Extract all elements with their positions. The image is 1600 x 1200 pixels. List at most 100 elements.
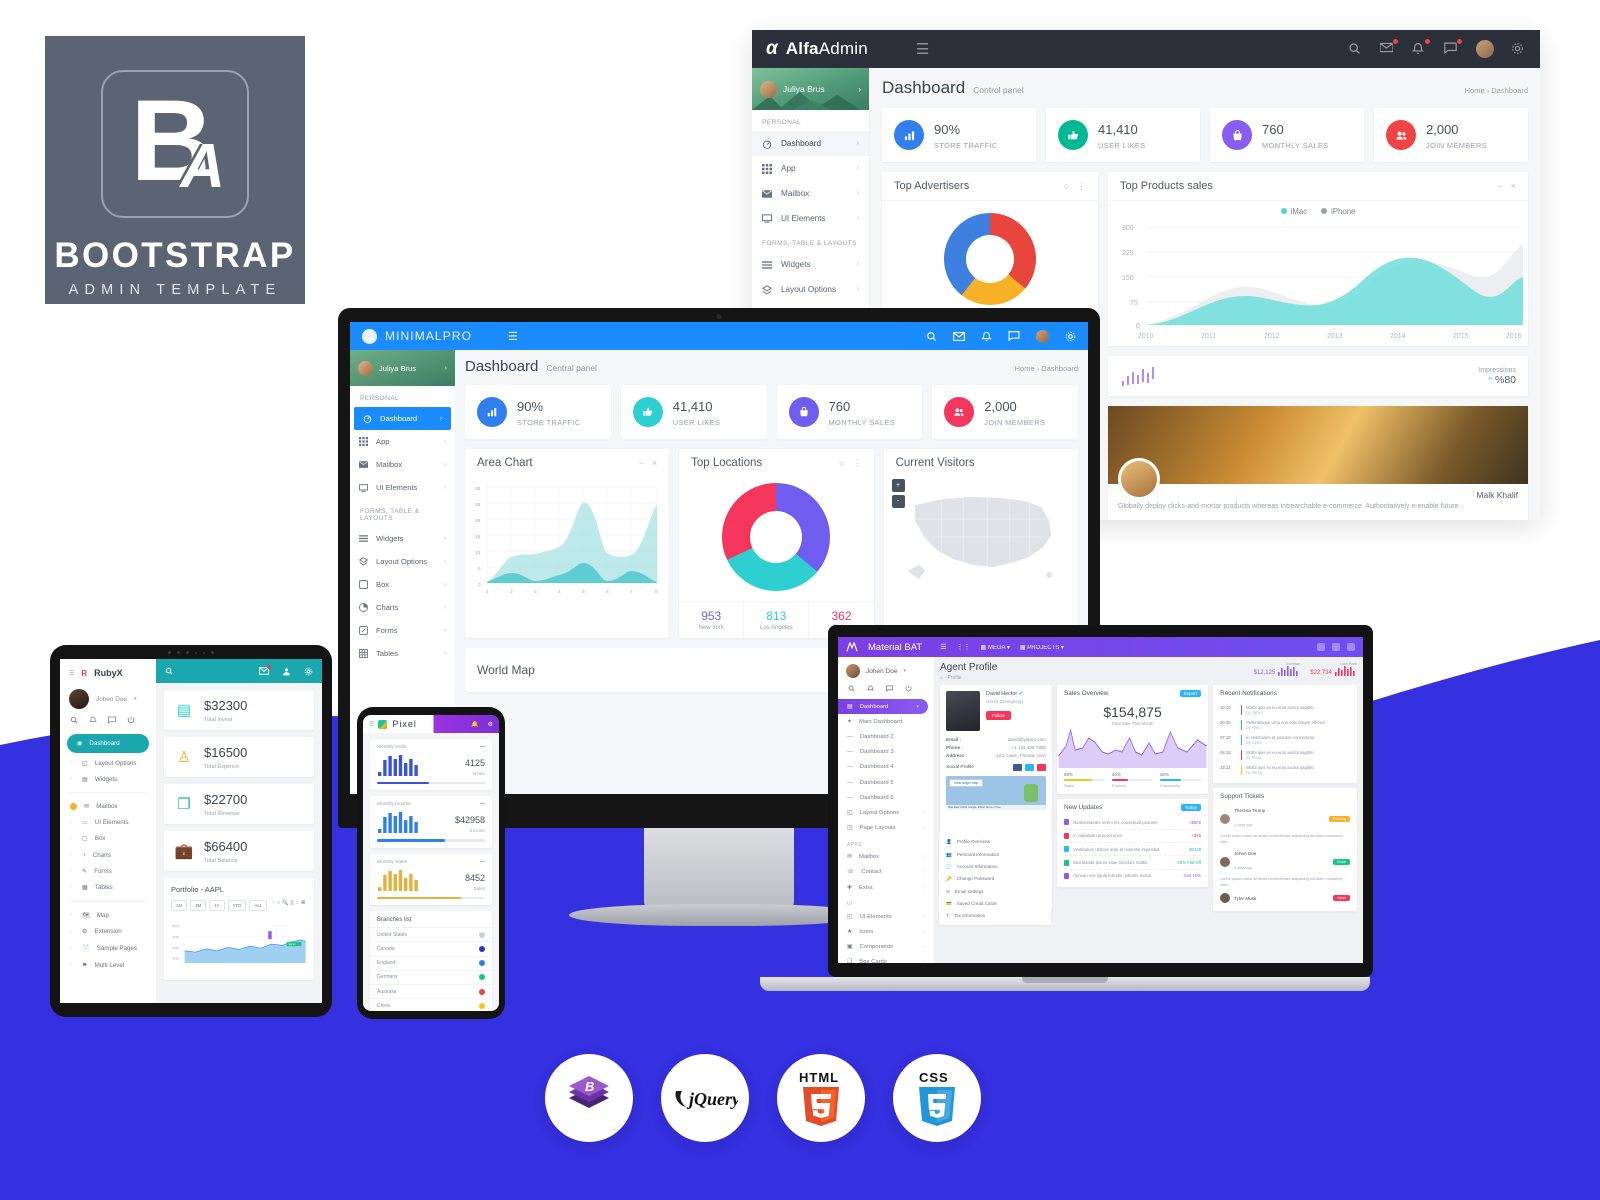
sidebar-profile[interactable]: Johen Doe ▾ (60, 682, 156, 712)
search-icon[interactable] (848, 685, 855, 692)
notification-row[interactable]: 10:10 Morbi quis ex eu eros auctor sagit… (1220, 702, 1350, 717)
bell-icon[interactable]: 🔔 (471, 721, 478, 728)
avatar[interactable] (1476, 40, 1494, 58)
sidebar-item-ui-elements[interactable]: UI Elements › (350, 476, 455, 499)
sidebar-item-widgets[interactable]: Widgets › (350, 527, 455, 550)
search-icon[interactable] (1348, 42, 1363, 57)
chat-icon[interactable] (1444, 37, 1463, 57)
user-icon[interactable] (282, 667, 291, 676)
sidebar-item-ui-elements[interactable]: UI Elements › (752, 206, 869, 231)
sidebar-item-dashboard[interactable]: Dashboard › (354, 407, 451, 430)
sidebar-item-dashboard-6[interactable]: — Dashboard 6 (838, 790, 934, 805)
branch-row[interactable]: China (370, 998, 492, 1011)
bell-icon[interactable] (1412, 37, 1431, 57)
html5-badge[interactable]: HTML (777, 1054, 865, 1142)
sidebar-profile[interactable]: Juliya Brus › (350, 350, 455, 386)
breadcrumb[interactable]: Home › Dashboard (1015, 364, 1078, 373)
sidebar-item-extra[interactable]: ✚ Extra › (838, 880, 934, 895)
sidebar-item-widgets[interactable]: › ▤ Widgets (60, 771, 156, 787)
sidebar-item-layout-options[interactable]: › ◱ Layout Options (60, 755, 156, 771)
sidebar-item-contact[interactable]: ☏ Contact › (838, 865, 934, 880)
bell-icon[interactable] (89, 716, 97, 724)
envelope-icon[interactable] (1380, 37, 1399, 57)
stat-card[interactable]: 90% STORE TRAFFIC (882, 108, 1036, 162)
gear-icon[interactable] (1347, 643, 1355, 651)
sidebar-item-mailbox[interactable]: ✉ Mailbox › (838, 850, 934, 865)
sidebar-item-dashboard[interactable]: Dashboard › (752, 131, 869, 156)
view-larger-map-link[interactable]: View larger map (949, 779, 984, 787)
stat-card[interactable]: 2,000 JOIN MEMBERS (932, 385, 1078, 439)
envelope-icon[interactable] (953, 331, 965, 341)
sidebar-item-box[interactable]: › ▢ Box (60, 831, 156, 847)
sidebar-item-tables[interactable]: › ▦ Tables (60, 879, 156, 895)
sidebar-item-dashboard-5[interactable]: — Dashboard 5 (838, 775, 934, 790)
sidebar-profile[interactable]: Johen Doe ▾ (838, 657, 934, 685)
refresh-icon[interactable]: ○ (1064, 181, 1069, 192)
close-icon[interactable]: × (652, 458, 657, 468)
sidebar-item-forms[interactable]: Forms › (350, 619, 455, 642)
ticket-row[interactable]: Tyler Musk Open (1220, 890, 1350, 906)
gear-icon[interactable]: ⚙ (488, 721, 493, 728)
search-icon[interactable] (926, 331, 937, 342)
avatar[interactable] (1036, 329, 1049, 343)
sidebar-item-mailbox[interactable]: ✉ Mailbox (60, 798, 156, 814)
sidebar-item-main-dashboard[interactable]: ✦ Main Dashboard (838, 714, 934, 729)
range-3m[interactable]: 3M (190, 900, 207, 911)
menu-dots-icon[interactable]: ••• (480, 860, 485, 865)
ticket-row[interactable]: Johen Doe 5 days ago Done Lorem ipsum do… (1220, 848, 1350, 891)
menu-dots-icon[interactable]: ⋮ (853, 458, 862, 469)
sidebar-item-app[interactable]: App › (752, 156, 869, 181)
hamburger-icon[interactable]: ☰ (69, 670, 74, 677)
stat-card-expence[interactable]: ♙ $16500 Total Expence (164, 737, 314, 777)
range-1y[interactable]: 1Y (209, 900, 225, 911)
sidebar-item-layout-options[interactable]: Layout Options › (752, 277, 869, 302)
profile-menu-item[interactable]: 🔑 Change Password (946, 873, 1044, 885)
update-row[interactable]: Nearis/elaertis rerem eu, consequat posu… (1064, 816, 1202, 830)
refresh-icon[interactable]: ○ (839, 458, 844, 469)
export-button[interactable]: Export (1179, 690, 1202, 697)
menu-dots-icon[interactable]: ••• (480, 745, 485, 750)
grid-menu-icon[interactable]: ⋮⋮ (956, 643, 970, 651)
hamburger-icon[interactable]: ☰ (508, 330, 518, 343)
chat-icon[interactable] (1008, 331, 1020, 341)
branch-row[interactable]: Canada (370, 941, 492, 955)
breadcrumb[interactable]: Home › Dashboard (1465, 86, 1528, 95)
stat-card[interactable]: 760 MONTHLY SALES (776, 385, 923, 439)
sidebar-item-ui-elements[interactable]: › ▭ UI Elements (60, 815, 156, 831)
sidebar-item-sample-pages[interactable]: › 📄 Sample Pages (60, 940, 156, 957)
gear-icon[interactable] (1065, 331, 1076, 342)
stat-card-invest[interactable]: ▤ $32300 Total Invest (164, 690, 314, 730)
range-1m[interactable]: 1M (171, 900, 188, 911)
search-icon[interactable] (70, 716, 78, 724)
stat-card-balance[interactable]: 💼 $66400 Total Balance (164, 831, 314, 871)
today-badge[interactable]: Today (1180, 804, 1202, 812)
stat-card[interactable]: 41,410 USER LIKES (620, 385, 767, 439)
sidebar-item-dashboard-4[interactable]: — Dashboard 4 (838, 760, 934, 775)
gear-icon[interactable] (304, 667, 313, 676)
profile-menu-item[interactable]: 👤 Profile Overview (946, 836, 1044, 848)
menu-dots-icon[interactable]: ⋮ (1077, 181, 1086, 192)
css3-badge[interactable]: CSS (893, 1054, 981, 1142)
sidebar-item-charts[interactable]: Charts › (350, 596, 455, 619)
sidebar-item-page-layouts[interactable]: ◳ Page Layouts › (838, 821, 934, 836)
stat-card[interactable]: 41,410 USER LIKES (1046, 108, 1200, 162)
branch-row[interactable]: England (370, 955, 492, 970)
envelope-icon[interactable] (259, 665, 271, 675)
sidebar-item-mailbox[interactable]: Mailbox › (752, 181, 869, 206)
update-row[interactable]: Sed blandit ipsum vitae tincidunt mattis… (1064, 856, 1202, 870)
notification-row[interactable]: 04:15 Morbi quis ex eu eros auctor sagit… (1220, 748, 1350, 763)
sidebar-item-dashboard-3[interactable]: — Dashboard 3 (838, 745, 934, 760)
bell-icon[interactable] (1332, 643, 1340, 651)
sidebar-item-dashboard[interactable]: ▤ Dashboard ▾ (838, 699, 928, 715)
twitter-icon[interactable] (1025, 764, 1034, 771)
sidebar-item-mailbox[interactable]: Mailbox › (350, 453, 455, 476)
update-row[interactable]: In vulputate urna vel urna. +$45 (1064, 830, 1202, 843)
search-icon[interactable] (165, 667, 173, 675)
menu-item-mega[interactable]: ▦ MEGA ▾ (980, 644, 1009, 651)
sidebar-item-tables[interactable]: Tables › (350, 642, 455, 665)
update-row[interactable]: Vestibulum ultrices ante at molestie imp… (1064, 843, 1202, 857)
profile-menu-item[interactable]: 💳 Saved Credit Cards (946, 898, 1044, 910)
sidebar-item-forms[interactable]: › ✎ Forms (60, 863, 156, 879)
hamburger-icon[interactable]: ☰ (916, 40, 929, 58)
bell-icon[interactable] (981, 331, 992, 342)
